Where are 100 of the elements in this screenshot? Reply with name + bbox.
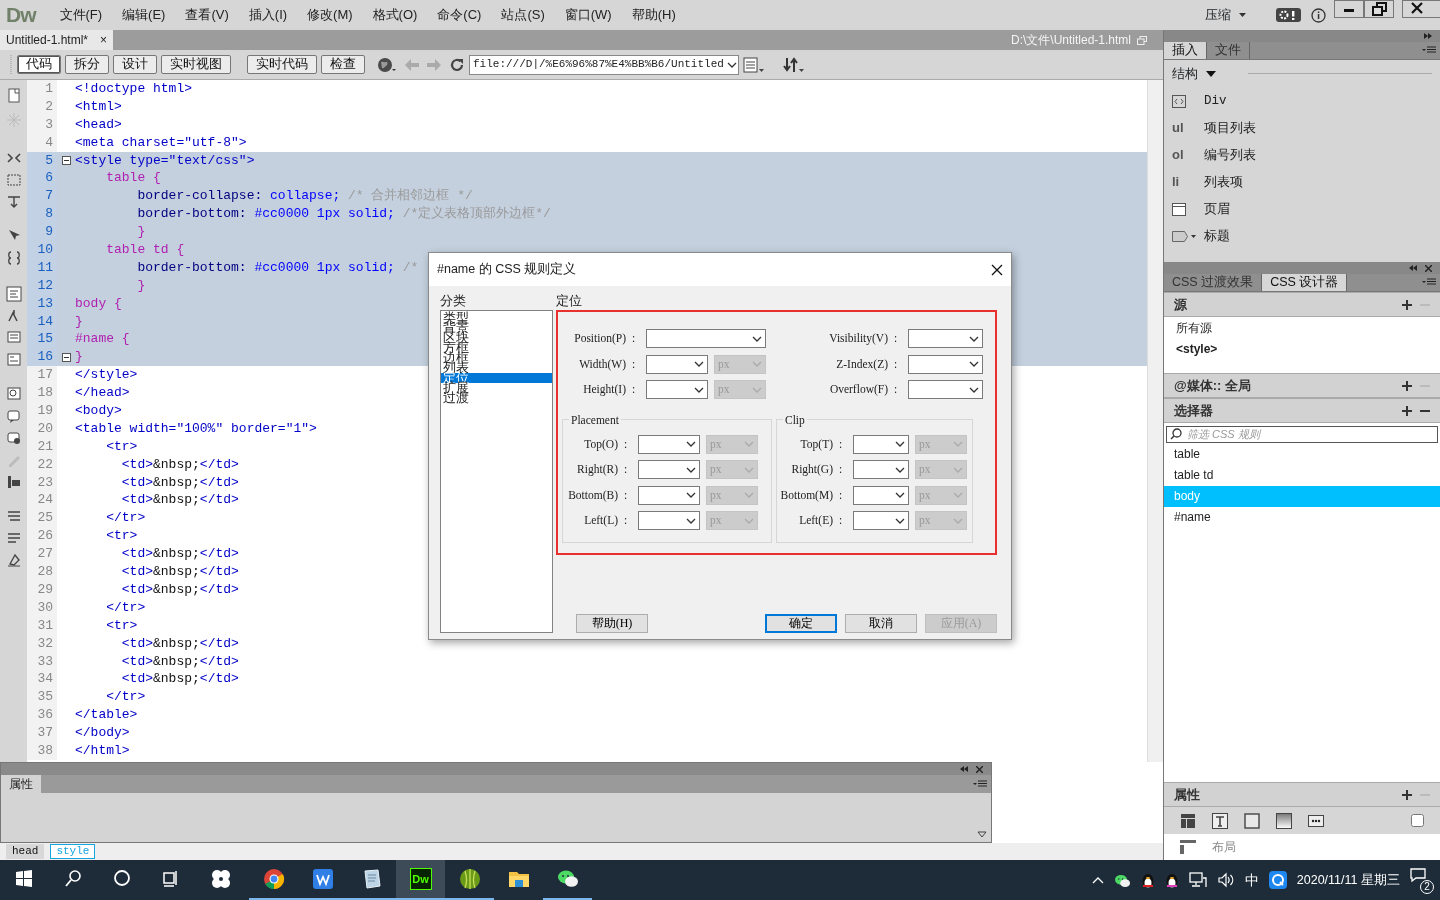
- windows-logo-icon[interactable]: [14, 869, 35, 889]
- collapse-icon[interactable]: [1409, 265, 1417, 271]
- dropdown[interactable]: [638, 434, 700, 454]
- menu-item[interactable]: 修改(M): [297, 5, 363, 25]
- menu-item[interactable]: 编辑(E): [112, 5, 176, 25]
- panel-tab[interactable]: 文件: [1207, 42, 1250, 59]
- property-group-icon[interactable]: [1276, 812, 1292, 829]
- workspace-dropdown[interactable]: 压缩: [1205, 5, 1246, 25]
- ball-icon[interactable]: [458, 868, 481, 890]
- menu-item[interactable]: 格式(O): [362, 5, 428, 25]
- tool-icon[interactable]: [5, 430, 22, 446]
- penguin-icon[interactable]: [1164, 871, 1179, 889]
- source-item[interactable]: <style>: [1164, 339, 1440, 360]
- source-item[interactable]: 所有源: [1164, 318, 1440, 339]
- category-item[interactable]: 过渡: [441, 393, 552, 403]
- editor-app-icon[interactable]: Dw: [409, 868, 432, 890]
- expand-icon[interactable]: [977, 831, 987, 838]
- category-item[interactable]: 类型: [441, 313, 552, 323]
- scrollbar[interactable]: [1147, 80, 1163, 762]
- selector-item[interactable]: table td: [1164, 465, 1440, 486]
- menu-item[interactable]: 窗口(W): [554, 5, 622, 25]
- tab-close-button[interactable]: ×: [100, 31, 108, 49]
- menu-item[interactable]: 文件(F): [49, 5, 113, 25]
- refresh-icon[interactable]: [449, 56, 465, 73]
- dropdown[interactable]: [853, 460, 909, 480]
- dropdown[interactable]: [908, 354, 983, 374]
- add-icon[interactable]: [1402, 299, 1412, 310]
- menu-item[interactable]: 站点(S): [491, 5, 555, 25]
- dropdown[interactable]: [638, 511, 700, 531]
- penguin-icon[interactable]: [1140, 871, 1155, 889]
- category-item[interactable]: 扩展: [441, 383, 552, 393]
- show-set-checkbox[interactable]: [1411, 814, 1424, 827]
- tool-icon[interactable]: [5, 474, 22, 490]
- category-item[interactable]: 方框: [441, 343, 552, 353]
- tool-icon[interactable]: [5, 386, 22, 402]
- add-icon[interactable]: [1402, 380, 1412, 391]
- menu-item[interactable]: 帮助(H): [621, 5, 686, 25]
- insert-item[interactable]: 项目列表: [1204, 118, 1256, 138]
- category-item[interactable]: 列表: [441, 363, 552, 373]
- category-dropdown[interactable]: 结构: [1172, 64, 1216, 84]
- tool-icon[interactable]: [5, 408, 22, 424]
- view-button[interactable]: 拆分: [65, 55, 109, 74]
- dropdown[interactable]: [853, 511, 909, 531]
- network-icon[interactable]: [1188, 872, 1207, 888]
- circle-icon[interactable]: [112, 869, 133, 889]
- collapse-icon[interactable]: [960, 766, 968, 772]
- chat-bubbles-icon[interactable]: [556, 868, 579, 890]
- filter-field[interactable]: 筛选 CSS 规则: [1166, 425, 1438, 443]
- insert-item[interactable]: 页眉: [1204, 199, 1230, 219]
- sort-arrows-icon[interactable]: [783, 56, 805, 73]
- chat-bubbles-icon[interactable]: [1113, 872, 1131, 888]
- notification-icon[interactable]: [1410, 868, 1426, 882]
- restore-icon[interactable]: [1364, 0, 1394, 18]
- dropdown[interactable]: [646, 329, 766, 349]
- panel-tab[interactable]: 插入: [1164, 42, 1207, 59]
- selector-item[interactable]: #name: [1164, 507, 1440, 528]
- panel-tab[interactable]: CSS 设计器: [1262, 274, 1348, 291]
- tool-icon[interactable]: [5, 552, 22, 568]
- selector-item[interactable]: table: [1164, 444, 1440, 465]
- dropdown[interactable]: [853, 434, 909, 454]
- fold-icon[interactable]: [61, 156, 71, 165]
- menu-item[interactable]: 命令(C): [427, 5, 492, 25]
- document-tab[interactable]: Untitled-1.html* ×: [0, 30, 114, 50]
- minimize-icon[interactable]: [1334, 0, 1364, 18]
- toolbar-button[interactable]: 检查: [321, 55, 365, 74]
- dropdown[interactable]: [908, 380, 983, 400]
- view-button[interactable]: 代码: [17, 55, 61, 74]
- pinwheel-icon[interactable]: [210, 869, 231, 889]
- close-icon[interactable]: [991, 263, 1003, 276]
- chevron-up-icon[interactable]: [1091, 876, 1104, 884]
- view-button[interactable]: 设计: [113, 55, 157, 74]
- property-group-icon[interactable]: [1212, 812, 1228, 829]
- property-group-icon[interactable]: [1308, 812, 1324, 829]
- insert-item[interactable]: 标题: [1204, 226, 1230, 246]
- input-method-indicator[interactable]: 中: [1244, 869, 1259, 891]
- insert-item[interactable]: 编号列表: [1204, 145, 1256, 165]
- gear-alert-icon[interactable]: [1276, 8, 1301, 22]
- toolbar-button[interactable]: 实时代码: [247, 55, 317, 74]
- app-tray-icon[interactable]: [1268, 871, 1287, 889]
- category-item[interactable]: 边框: [441, 353, 552, 363]
- panel-tab[interactable]: 属性: [1, 775, 41, 793]
- tool-icon[interactable]: [5, 194, 22, 210]
- dropdown[interactable]: [646, 354, 708, 374]
- speaker-icon[interactable]: [1216, 872, 1235, 888]
- search-icon[interactable]: [63, 869, 84, 889]
- tag-selector[interactable]: head: [6, 844, 45, 859]
- add-icon[interactable]: [1402, 789, 1412, 800]
- info-icon[interactable]: [1311, 7, 1326, 23]
- menu-item[interactable]: 查看(V): [175, 5, 239, 25]
- panel-menu-icon[interactable]: [1422, 46, 1436, 54]
- dialog-button[interactable]: 帮助(H): [576, 614, 648, 633]
- dropdown[interactable]: [908, 329, 983, 349]
- dropdown[interactable]: [638, 460, 700, 480]
- list-options-icon[interactable]: [743, 56, 765, 73]
- dropdown[interactable]: [638, 485, 700, 505]
- panel-menu-icon[interactable]: [973, 780, 987, 788]
- fold-icon[interactable]: [61, 352, 71, 362]
- menu-item[interactable]: 插入(I): [238, 5, 298, 25]
- dropdown[interactable]: [853, 485, 909, 505]
- tool-icon[interactable]: [5, 250, 22, 266]
